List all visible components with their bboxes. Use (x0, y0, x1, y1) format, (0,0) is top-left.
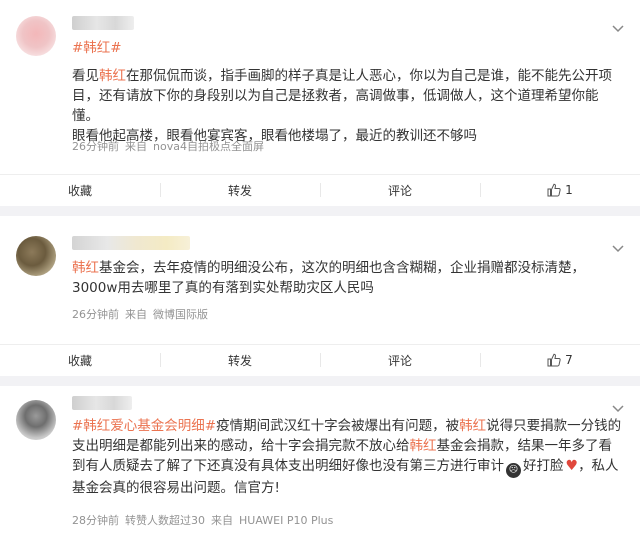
username-blurred[interactable] (72, 396, 132, 410)
mention-link[interactable]: 韩红 (72, 260, 99, 276)
post-meta: 26分钟前 来自 nova4自拍极点全面屏 (72, 140, 264, 153)
hashtag-link[interactable]: #韩红爱心基金会明细# (72, 418, 216, 434)
comment-button[interactable]: 评论 (320, 175, 480, 205)
repost-button[interactable]: 转发 (160, 175, 320, 205)
avatar[interactable] (16, 16, 56, 56)
feed-separator (0, 376, 640, 386)
post-text: #韩红爱心基金会明细#疫情期间武汉红十字会被爆出有问题，被韩红说得只要捐款一分钱… (72, 418, 622, 496)
avatar[interactable] (16, 400, 56, 440)
repost-button[interactable]: 转发 (160, 345, 320, 375)
broken-heart-icon: ♥ (565, 458, 579, 474)
thumbs-up-icon (547, 183, 561, 197)
post-card: #韩红爱心基金会明细#疫情期间武汉红十字会被爆出有问题，被韩红说得只要捐款一分钱… (0, 386, 640, 560)
chevron-down-icon[interactable] (610, 240, 626, 256)
post-card: #韩红# 看见韩红在那侃侃而谈，指手画脚的样子真是让人恶心，你以为自己是谁，能不… (0, 0, 640, 206)
like-button[interactable]: 7 (480, 345, 640, 375)
mention-link[interactable]: 韩红 (99, 68, 126, 84)
collect-button[interactable]: 收藏 (0, 345, 160, 375)
post-text: 看见韩红在那侃侃而谈，指手画脚的样子真是让人恶心，你以为自己是谁，能不能先公开项… (72, 68, 612, 144)
avatar[interactable] (16, 236, 56, 276)
chevron-down-icon[interactable] (610, 400, 626, 416)
chevron-down-icon[interactable] (610, 20, 626, 36)
action-bar: 收藏 转发 评论 7 (0, 344, 640, 375)
comment-button[interactable]: 评论 (320, 345, 480, 375)
action-bar: 收藏 转发 评论 1 (0, 174, 640, 205)
username-blurred[interactable] (72, 16, 134, 30)
thumbs-up-icon (547, 353, 561, 367)
post-hashtag[interactable]: #韩红# (72, 38, 622, 58)
post-text: 韩红基金会，去年疫情的明细没公布，这次的明细也含含糊糊，企业捐赠都没标清楚，30… (72, 260, 585, 296)
username-blurred[interactable] (72, 236, 190, 250)
feed-separator (0, 206, 640, 216)
collect-button[interactable]: 收藏 (0, 175, 160, 205)
post-meta: 28分钟前 转赞人数超过30 来自 HUAWEI P10 Plus (72, 514, 334, 527)
post-card: 韩红基金会，去年疫情的明细没公布，这次的明细也含含糊糊，企业捐赠都没标清楚，30… (0, 216, 640, 376)
mention-link[interactable]: 韩红 (410, 438, 437, 454)
like-button[interactable]: 1 (480, 175, 640, 205)
mention-link[interactable]: 韩红 (459, 418, 486, 434)
post-meta: 26分钟前 来自 微博国际版 (72, 308, 208, 321)
crying-face-icon: ☹ (506, 463, 521, 478)
